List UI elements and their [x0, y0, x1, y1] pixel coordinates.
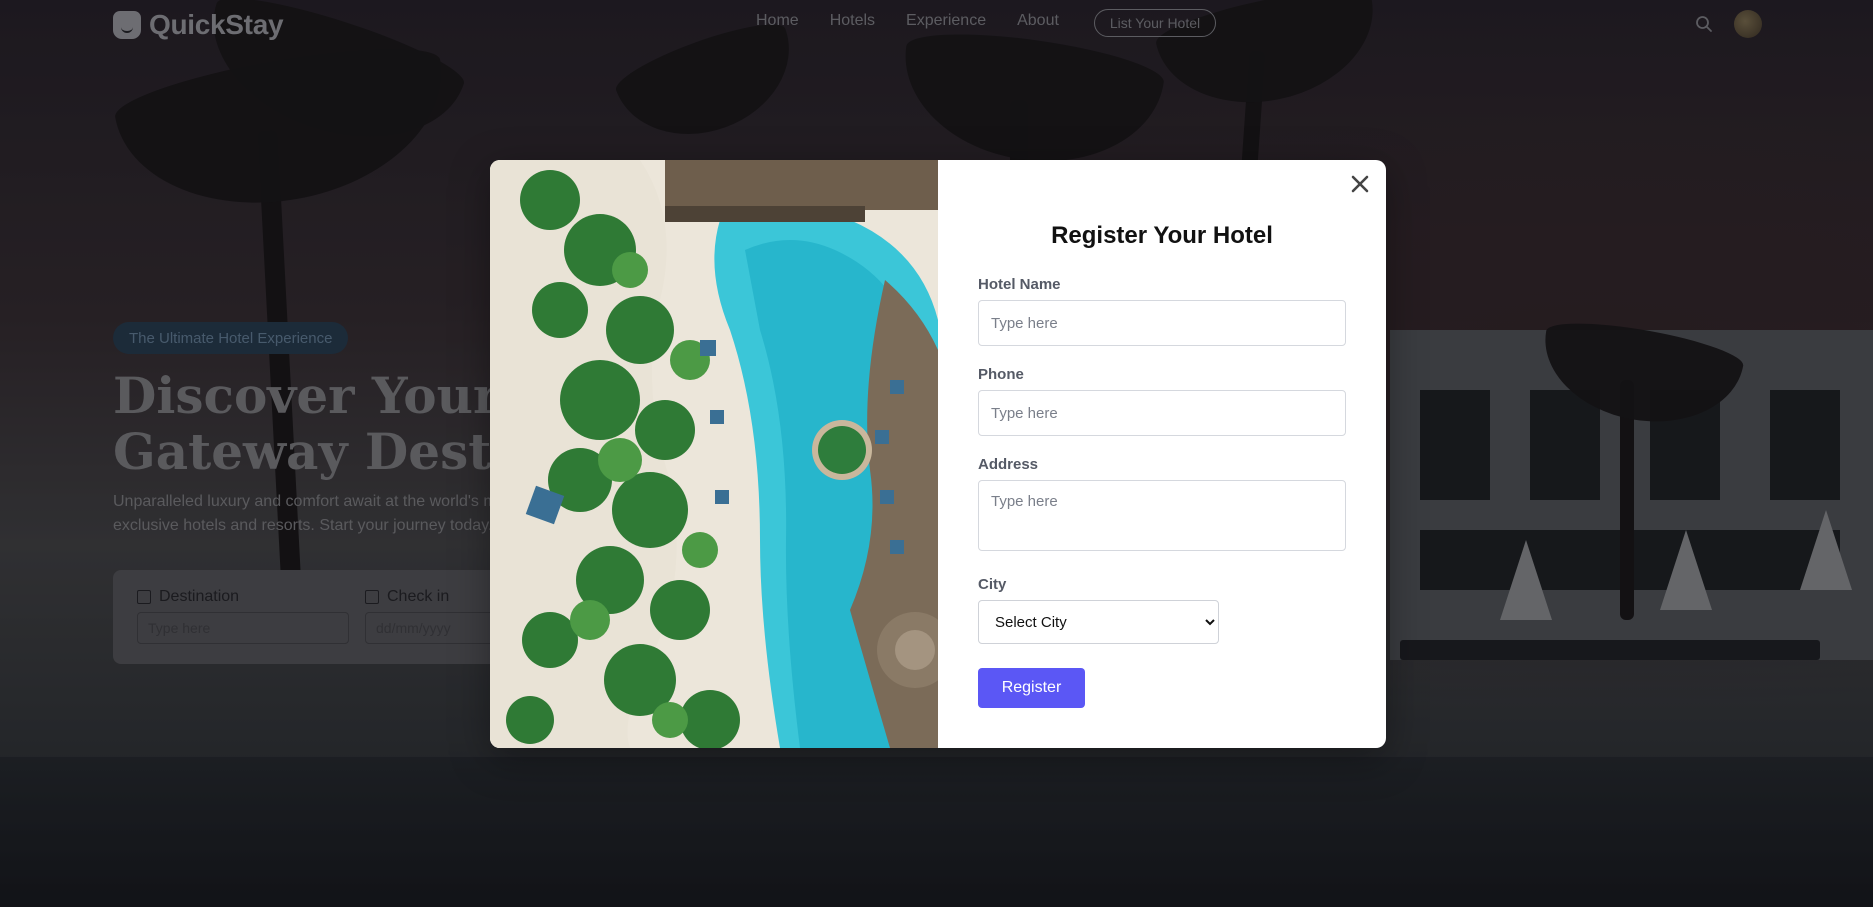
city-select[interactable]: Select City	[978, 600, 1219, 644]
hotel-name-label: Hotel Name	[978, 276, 1061, 293]
hotel-name-input[interactable]	[978, 300, 1346, 346]
phone-input[interactable]	[978, 390, 1346, 436]
register-form: Register Your Hotel Hotel Name Phone Add…	[938, 160, 1386, 748]
phone-label: Phone	[978, 366, 1024, 383]
close-icon[interactable]	[1348, 172, 1372, 196]
register-hotel-modal: Register Your Hotel Hotel Name Phone Add…	[490, 160, 1386, 748]
address-label: Address	[978, 456, 1039, 473]
city-label: City	[978, 576, 1007, 593]
form-title: Register Your Hotel	[1051, 222, 1273, 249]
register-button[interactable]: Register	[978, 668, 1085, 708]
resort-pool-aerial-image	[490, 160, 938, 748]
address-textarea[interactable]	[978, 480, 1346, 551]
